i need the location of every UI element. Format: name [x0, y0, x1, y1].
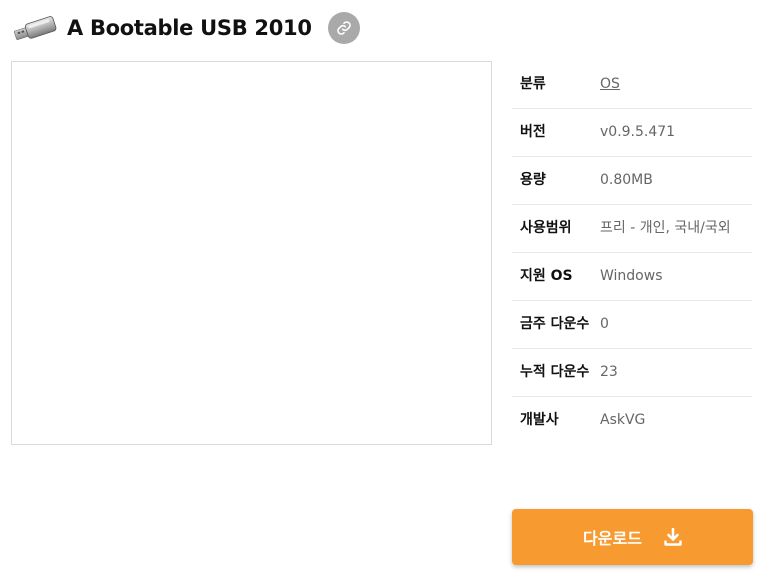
- info-value: 0: [600, 316, 609, 332]
- screenshot-placeholder: [11, 61, 492, 445]
- info-value: v0.9.5.471: [600, 124, 676, 140]
- info-row-license: 사용범위 프리 - 개인, 국내/국외: [512, 205, 752, 253]
- info-value: 23: [600, 364, 618, 380]
- info-label: 사용범위: [520, 220, 572, 236]
- info-label: 누적 다운수: [520, 364, 590, 380]
- page-header: A Bootable USB 2010: [10, 8, 360, 48]
- download-button[interactable]: 다운로드: [512, 509, 753, 565]
- info-label: 지원 OS: [520, 268, 573, 284]
- link-icon: [336, 21, 351, 35]
- info-row-os: 지원 OS Windows: [512, 253, 752, 301]
- category-link[interactable]: OS: [600, 76, 620, 92]
- info-label: 금주 다운수: [520, 316, 590, 332]
- info-value: 프리 - 개인, 국내/국외: [600, 220, 731, 236]
- info-table: 분류 OS 버전 v0.9.5.471 용량 0.80MB 사용범위 프리 - …: [512, 61, 752, 444]
- info-row-version: 버전 v0.9.5.471: [512, 109, 752, 157]
- info-row-developer: 개발사 AskVG: [512, 397, 752, 444]
- page-title: A Bootable USB 2010: [67, 16, 312, 40]
- info-row-size: 용량 0.80MB: [512, 157, 752, 205]
- usb-drive-icon: [10, 10, 58, 46]
- info-row-total-downloads: 누적 다운수 23: [512, 349, 752, 397]
- info-label: 버전: [520, 124, 546, 140]
- download-label: 다운로드: [583, 529, 642, 548]
- info-value: 0.80MB: [600, 172, 653, 188]
- info-value: AskVG: [600, 412, 646, 428]
- info-label: 용량: [520, 172, 546, 188]
- info-label: 분류: [520, 76, 546, 92]
- info-row-category: 분류 OS: [512, 61, 752, 109]
- info-row-weekly-downloads: 금주 다운수 0: [512, 301, 752, 349]
- copy-link-button[interactable]: [327, 12, 360, 44]
- info-value: OS: [600, 73, 752, 96]
- download-icon: [664, 528, 682, 546]
- info-label: 개발사: [520, 412, 559, 428]
- info-value: Windows: [600, 268, 663, 284]
